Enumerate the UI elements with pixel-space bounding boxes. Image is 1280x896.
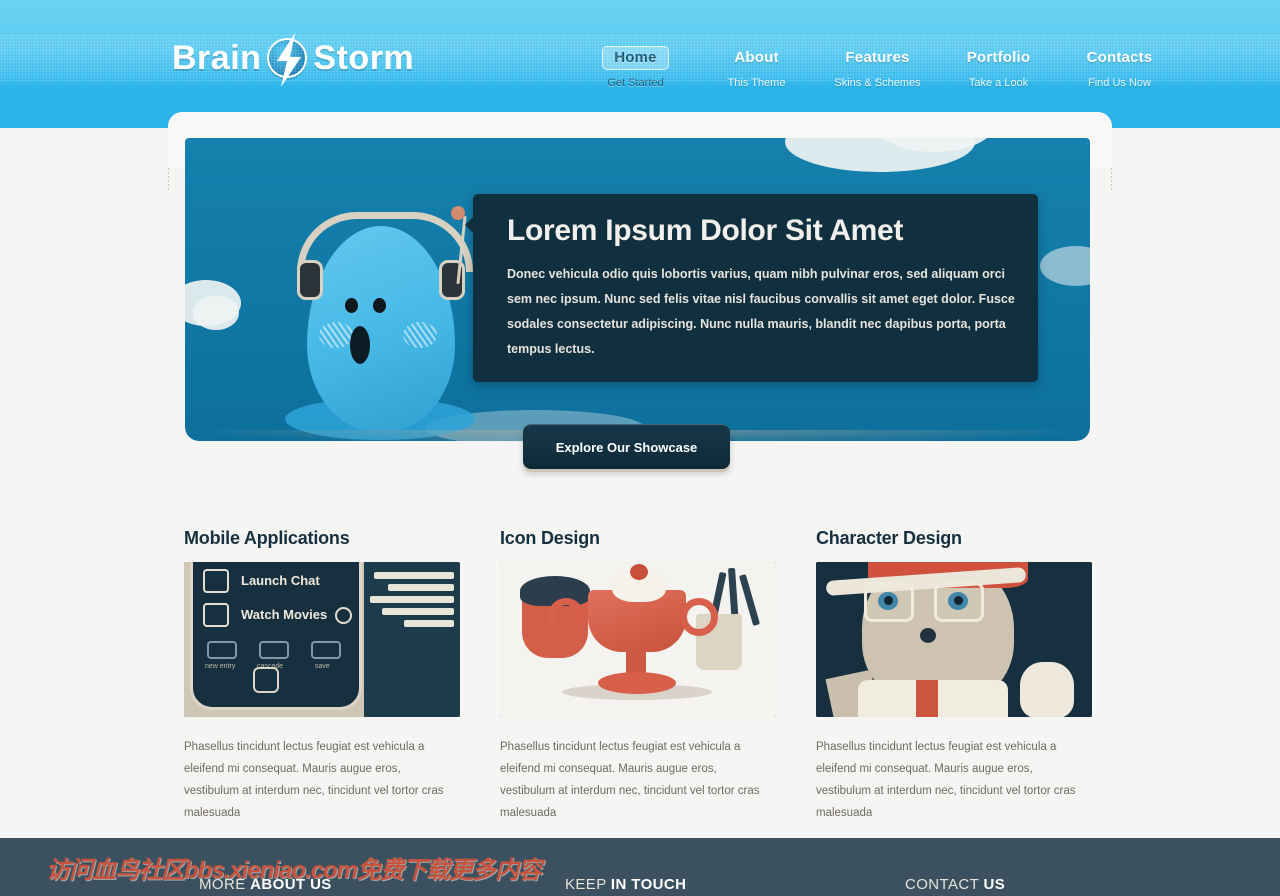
footer-heading-bold: IN TOUCH — [610, 876, 687, 893]
cherry-icon — [630, 564, 648, 580]
new-entry-icon — [207, 641, 237, 659]
cup-handle-right — [680, 598, 718, 636]
column-description: Phasellus tincidunt lectus feugiat est v… — [184, 741, 444, 819]
footer-heading-contact: CONTACT US — [905, 876, 1005, 893]
nav-item-home[interactable]: Home Get Started — [575, 46, 696, 89]
explore-showcase-button[interactable]: Explore Our Showcase — [523, 424, 730, 469]
play-icon — [335, 607, 352, 624]
nav-label: Features — [845, 49, 910, 66]
cloud-shape — [193, 296, 239, 330]
nav-item-features[interactable]: Features Skins & Schemes — [817, 46, 938, 89]
phone-icon-label: new entry — [205, 663, 236, 670]
nav-sublabel: Get Started — [607, 77, 664, 89]
hero-title: Lorem Ipsum Dolor Sit Amet — [507, 214, 904, 247]
column-title: Mobile Applications — [184, 528, 350, 548]
column-description: Phasellus tincidunt lectus feugiat est v… — [500, 741, 760, 819]
movies-icon — [203, 603, 229, 627]
nav-item-about[interactable]: About This Theme — [696, 46, 817, 89]
footer-heading-bold: US — [983, 876, 1006, 893]
feature-column-icon-design: Icon Design Phasellus tincidunt lectus f… — [500, 528, 776, 824]
nav-sublabel: Skins & Schemes — [834, 77, 921, 89]
logo-text-first: Brain — [172, 38, 262, 77]
blob-eye-left — [345, 298, 358, 313]
blob-cheek-right — [403, 322, 437, 348]
nav-label: Contacts — [1086, 49, 1153, 66]
thumbnail-icon-design[interactable] — [500, 562, 776, 717]
hero-description: Donec vehicula odio quis lobortis varius… — [507, 267, 1015, 356]
footer-heading-touch: KEEP IN TOUCH — [565, 876, 686, 893]
main-navigation: Home Get Started About This Theme Featur… — [575, 46, 1180, 89]
hero-banner: Lorem Ipsum Dolor Sit Amet Donec vehicul… — [185, 138, 1090, 441]
cascade-icon — [259, 641, 289, 659]
card-edge-left — [168, 168, 169, 190]
save-icon — [311, 641, 341, 659]
hero-caption-panel: Lorem Ipsum Dolor Sit Amet Donec vehicul… — [465, 194, 1038, 382]
chat-icon — [203, 569, 229, 593]
column-title: Character Design — [816, 528, 962, 548]
cup-foot — [598, 672, 676, 694]
lightning-bolt-icon — [267, 33, 308, 87]
site-logo[interactable]: Brain Storm — [172, 33, 415, 87]
nav-sublabel: Find Us Now — [1088, 77, 1151, 89]
site-header: Brain Storm Home Get Started About This … — [0, 0, 1280, 128]
phone-row-label-2: Watch Movies — [241, 607, 328, 622]
feature-column-character-design: Character Design Phasellus tincidunt lec… — [816, 528, 1092, 824]
logo-text-second: Storm — [313, 38, 415, 77]
nav-label: About — [734, 49, 779, 66]
nav-item-contacts[interactable]: Contacts Find Us Now — [1059, 46, 1180, 89]
nav-label: Portfolio — [966, 49, 1031, 66]
feature-column-mobile-applications: Mobile Applications Launch Chat Watch Mo… — [184, 528, 460, 824]
nav-sublabel: Take a Look — [968, 77, 1029, 89]
headphone-cup-left — [297, 260, 323, 300]
nav-label: Home — [602, 46, 669, 70]
character-hand — [1020, 662, 1074, 717]
character-pupil-right — [954, 596, 963, 605]
nav-item-portfolio[interactable]: Portfolio Take a Look — [938, 46, 1059, 89]
blob-mouth — [350, 326, 370, 364]
footer-heading-light: MORE — [199, 876, 251, 893]
cup-stem — [626, 650, 646, 674]
cloud-shape — [1040, 246, 1090, 286]
cup-handle-left — [548, 598, 584, 634]
character-pupil-left — [884, 596, 893, 605]
phone-icon-label: save — [315, 663, 330, 670]
footer-heading-light: KEEP — [565, 876, 611, 893]
column-title: Icon Design — [500, 528, 600, 548]
blob-character-illustration — [245, 198, 505, 441]
thumbnail-mobile-applications[interactable]: Launch Chat Watch Movies new entry casca… — [184, 562, 460, 717]
phone-right-panel — [364, 562, 460, 717]
phone-body: Launch Chat Watch Movies new entry casca… — [190, 562, 362, 710]
card-edge-right — [1111, 168, 1112, 190]
column-description: Phasellus tincidunt lectus feugiat est v… — [816, 741, 1076, 819]
nav-sublabel: This Theme — [727, 77, 786, 89]
phone-home-button — [253, 667, 279, 693]
footer-heading-about: MORE ABOUT US — [199, 876, 332, 893]
footer-heading-light: CONTACT — [905, 876, 984, 893]
phone-row-label-1: Launch Chat — [241, 573, 320, 588]
blob-cheek-left — [319, 322, 353, 348]
blob-eye-right — [373, 298, 386, 313]
character-nose — [920, 628, 936, 643]
thumbnail-character-design[interactable] — [816, 562, 1092, 717]
character-tie — [916, 680, 938, 717]
footer-heading-bold: ABOUT US — [250, 876, 332, 893]
